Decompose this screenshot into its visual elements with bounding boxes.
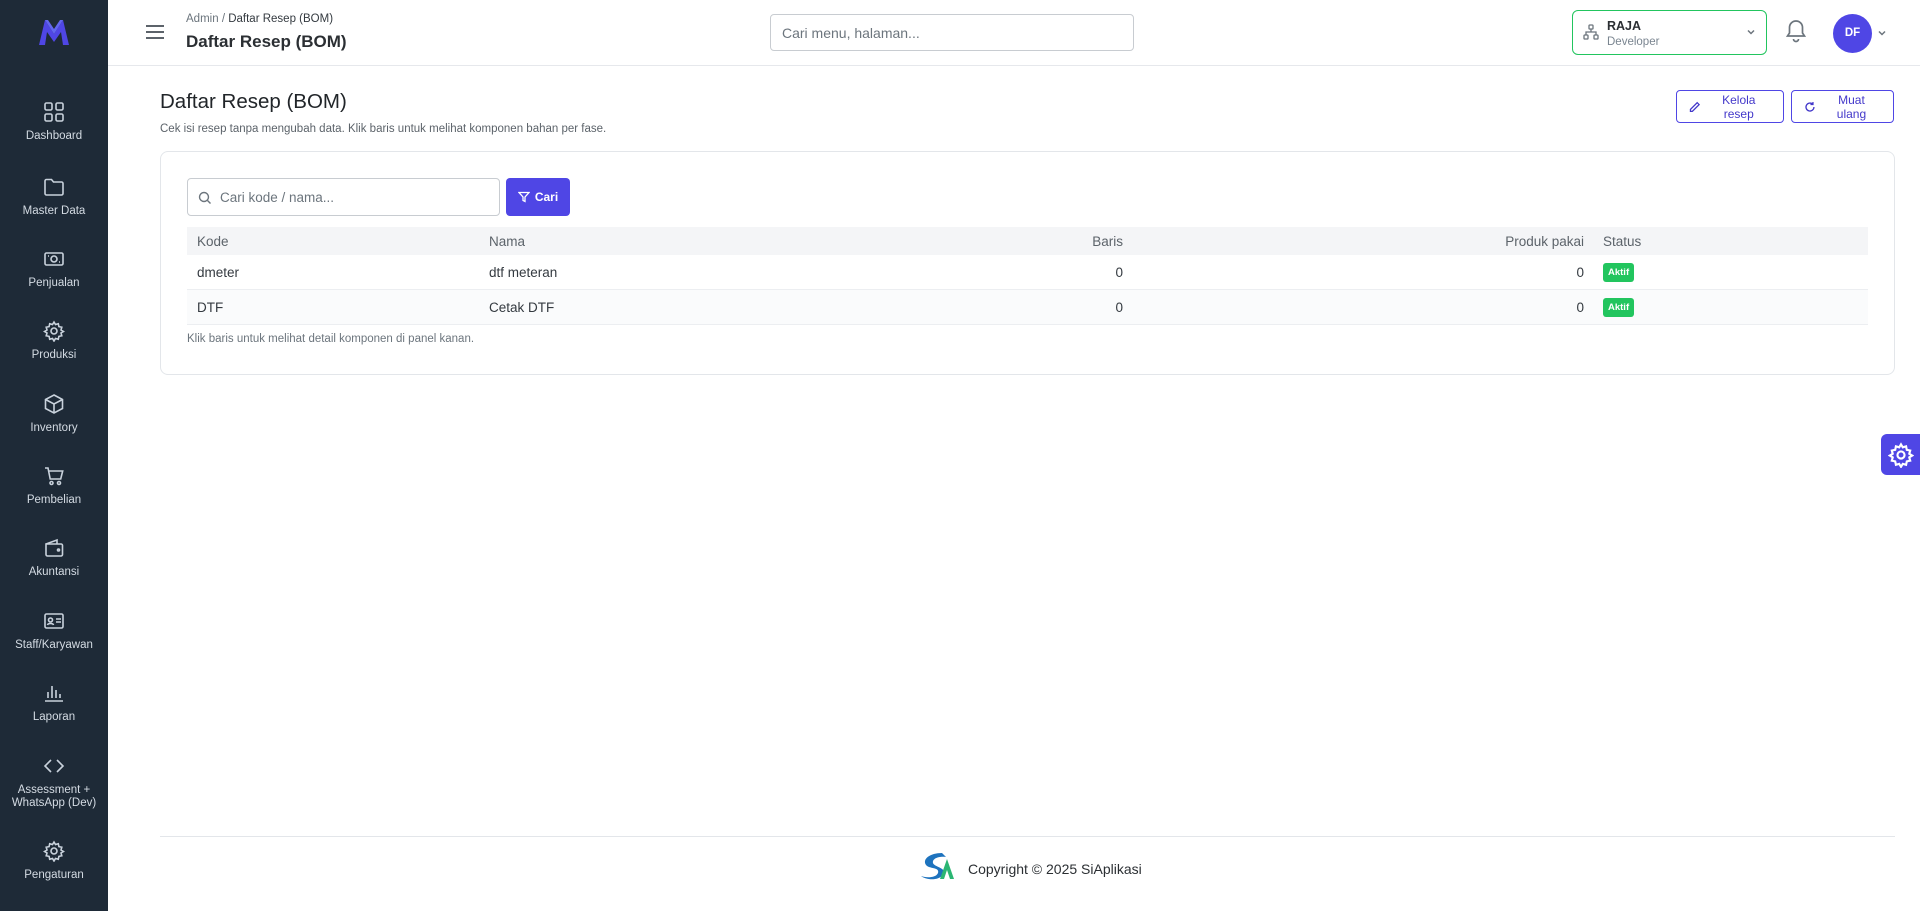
- wallet-icon: [45, 538, 64, 557]
- avatar[interactable]: DF: [1833, 14, 1872, 53]
- cell-nama: dtf meteran: [489, 264, 558, 280]
- sidebar-item-label: Dashboard: [25, 130, 83, 142]
- box-icon: [44, 394, 64, 414]
- code-icon: [43, 759, 65, 773]
- cart-icon: [45, 467, 64, 486]
- col-header-nama[interactable]: Nama: [489, 227, 525, 255]
- sidebar-item-label: Produksi: [31, 349, 77, 361]
- breadcrumb-current: Daftar Resep (BOM): [228, 13, 334, 25]
- copyright-text: Copyright © 2025 SiAplikasi: [968, 861, 1142, 877]
- sidebar-item-label: Inventory: [30, 422, 78, 434]
- cell-kode: DTF: [197, 299, 224, 315]
- breadcrumb: Admin / Daftar Resep (BOM): [186, 13, 333, 25]
- status-badge: Aktif: [1603, 297, 1635, 317]
- siaplikasi-logo: [921, 853, 954, 880]
- tenant-name: RAJA: [1607, 19, 1642, 33]
- settings-float-button[interactable]: [1881, 434, 1920, 475]
- hamburger-menu-icon[interactable]: [144, 22, 166, 42]
- col-header-status[interactable]: Status: [1603, 227, 1641, 255]
- gear-icon: [43, 840, 65, 862]
- sidebar-item-dashboard[interactable]: Dashboard: [0, 101, 108, 143]
- cell-nama: Cetak DTF: [489, 299, 555, 315]
- tenant-role: Developer: [1607, 36, 1660, 48]
- table-row[interactable]: dmeter dtf meteran 0 0 Aktif: [187, 255, 1868, 290]
- sidebar-item-label: Master Data: [22, 205, 86, 217]
- filter-icon: [517, 191, 530, 203]
- sidebar-item-pengaturan[interactable]: Pengaturan: [0, 840, 108, 882]
- pencil-icon: [1689, 101, 1701, 112]
- header-title: Daftar Resep (BOM): [186, 32, 347, 51]
- sidebar-item-label: Assessment + WhatsApp (Dev): [11, 784, 97, 809]
- bom-table: Kode Nama Baris Produk pakai Status dmet…: [187, 227, 1868, 325]
- sidebar-item-label: Akuntansi: [28, 566, 80, 578]
- bom-card: Cari Kode Nama Baris Produk pakai Status…: [160, 151, 1895, 375]
- gear-icon: [43, 320, 65, 342]
- sidebar-item-akuntansi[interactable]: Akuntansi: [0, 537, 108, 579]
- sidebar: Dashboard Master Data Penjualan Produksi…: [0, 0, 108, 911]
- search-icon: [198, 191, 211, 204]
- sidebar-item-label: Pembelian: [26, 494, 82, 506]
- chevron-down-icon: [1747, 29, 1755, 35]
- sidebar-item-label: Penjualan: [28, 277, 80, 289]
- sidebar-item-penjualan[interactable]: Penjualan: [0, 248, 108, 290]
- top-header: Admin / Daftar Resep (BOM) Daftar Resep …: [108, 0, 1920, 66]
- sidebar-item-staff[interactable]: Staff/Karyawan: [0, 610, 108, 652]
- cell-kode: dmeter: [197, 264, 240, 280]
- page-subtitle: Cek isi resep tanpa mengubah data. Klik …: [160, 123, 607, 135]
- cash-icon: [44, 252, 64, 266]
- bom-search-input[interactable]: [220, 179, 498, 215]
- cari-button[interactable]: Cari: [506, 178, 570, 216]
- sidebar-item-assessment[interactable]: Assessment + WhatsApp (Dev): [0, 755, 108, 810]
- breadcrumb-root[interactable]: Admin: [186, 13, 219, 25]
- refresh-icon: [1805, 101, 1815, 112]
- table-header: Kode Nama Baris Produk pakai Status: [187, 227, 1868, 255]
- bar-chart-icon: [45, 686, 63, 702]
- sidebar-item-master-data[interactable]: Master Data: [0, 176, 108, 218]
- kelola-resep-button[interactable]: Kelola resep: [1676, 90, 1784, 123]
- gear-icon: [1887, 441, 1914, 468]
- table-row[interactable]: DTF Cetak DTF 0 0 Aktif: [187, 290, 1868, 325]
- sidebar-item-inventory[interactable]: Inventory: [0, 393, 108, 435]
- sidebar-item-label: Laporan: [32, 711, 76, 723]
- cell-status: Aktif: [1603, 255, 1635, 289]
- table-hint: Klik baris untuk melihat detail komponen…: [187, 333, 475, 345]
- cell-produk-pakai: 0: [1576, 264, 1584, 280]
- footer-divider: [160, 836, 1895, 837]
- sidebar-item-label: Pengaturan: [24, 869, 84, 881]
- sidebar-item-laporan[interactable]: Laporan: [0, 682, 108, 724]
- folder-icon: [44, 178, 64, 196]
- chevron-down-icon[interactable]: [1877, 28, 1887, 38]
- grid-icon: [44, 102, 64, 122]
- id-card-icon: [44, 613, 64, 629]
- kelola-resep-label: Kelola resep: [1722, 92, 1756, 121]
- col-header-baris[interactable]: Baris: [1092, 227, 1123, 255]
- tenant-selector[interactable]: RAJA Developer: [1572, 10, 1767, 55]
- sidebar-item-produksi[interactable]: Produksi: [0, 320, 108, 362]
- muat-ulang-label: Muat ulang: [1836, 92, 1867, 121]
- cell-status: Aktif: [1603, 290, 1635, 324]
- bell-icon[interactable]: [1784, 18, 1808, 44]
- sidebar-item-pembelian[interactable]: Pembelian: [0, 465, 108, 507]
- cell-baris: 0: [1115, 264, 1123, 280]
- muat-ulang-button[interactable]: Muat ulang: [1791, 90, 1894, 123]
- col-header-kode[interactable]: Kode: [197, 227, 229, 255]
- sidebar-item-label: Staff/Karyawan: [15, 639, 93, 651]
- org-structure-icon: [1583, 24, 1599, 40]
- cell-produk-pakai: 0: [1576, 299, 1584, 315]
- global-search-input[interactable]: [770, 14, 1134, 51]
- cell-baris: 0: [1115, 299, 1123, 315]
- page-title: Daftar Resep (BOM): [160, 90, 347, 113]
- col-header-produk-pakai[interactable]: Produk pakai: [1505, 227, 1584, 255]
- status-badge: Aktif: [1603, 262, 1635, 282]
- bom-search-field[interactable]: [187, 178, 500, 216]
- cari-label: Cari: [534, 190, 559, 204]
- app-logo[interactable]: [36, 14, 72, 50]
- breadcrumb-separator: /: [221, 13, 226, 25]
